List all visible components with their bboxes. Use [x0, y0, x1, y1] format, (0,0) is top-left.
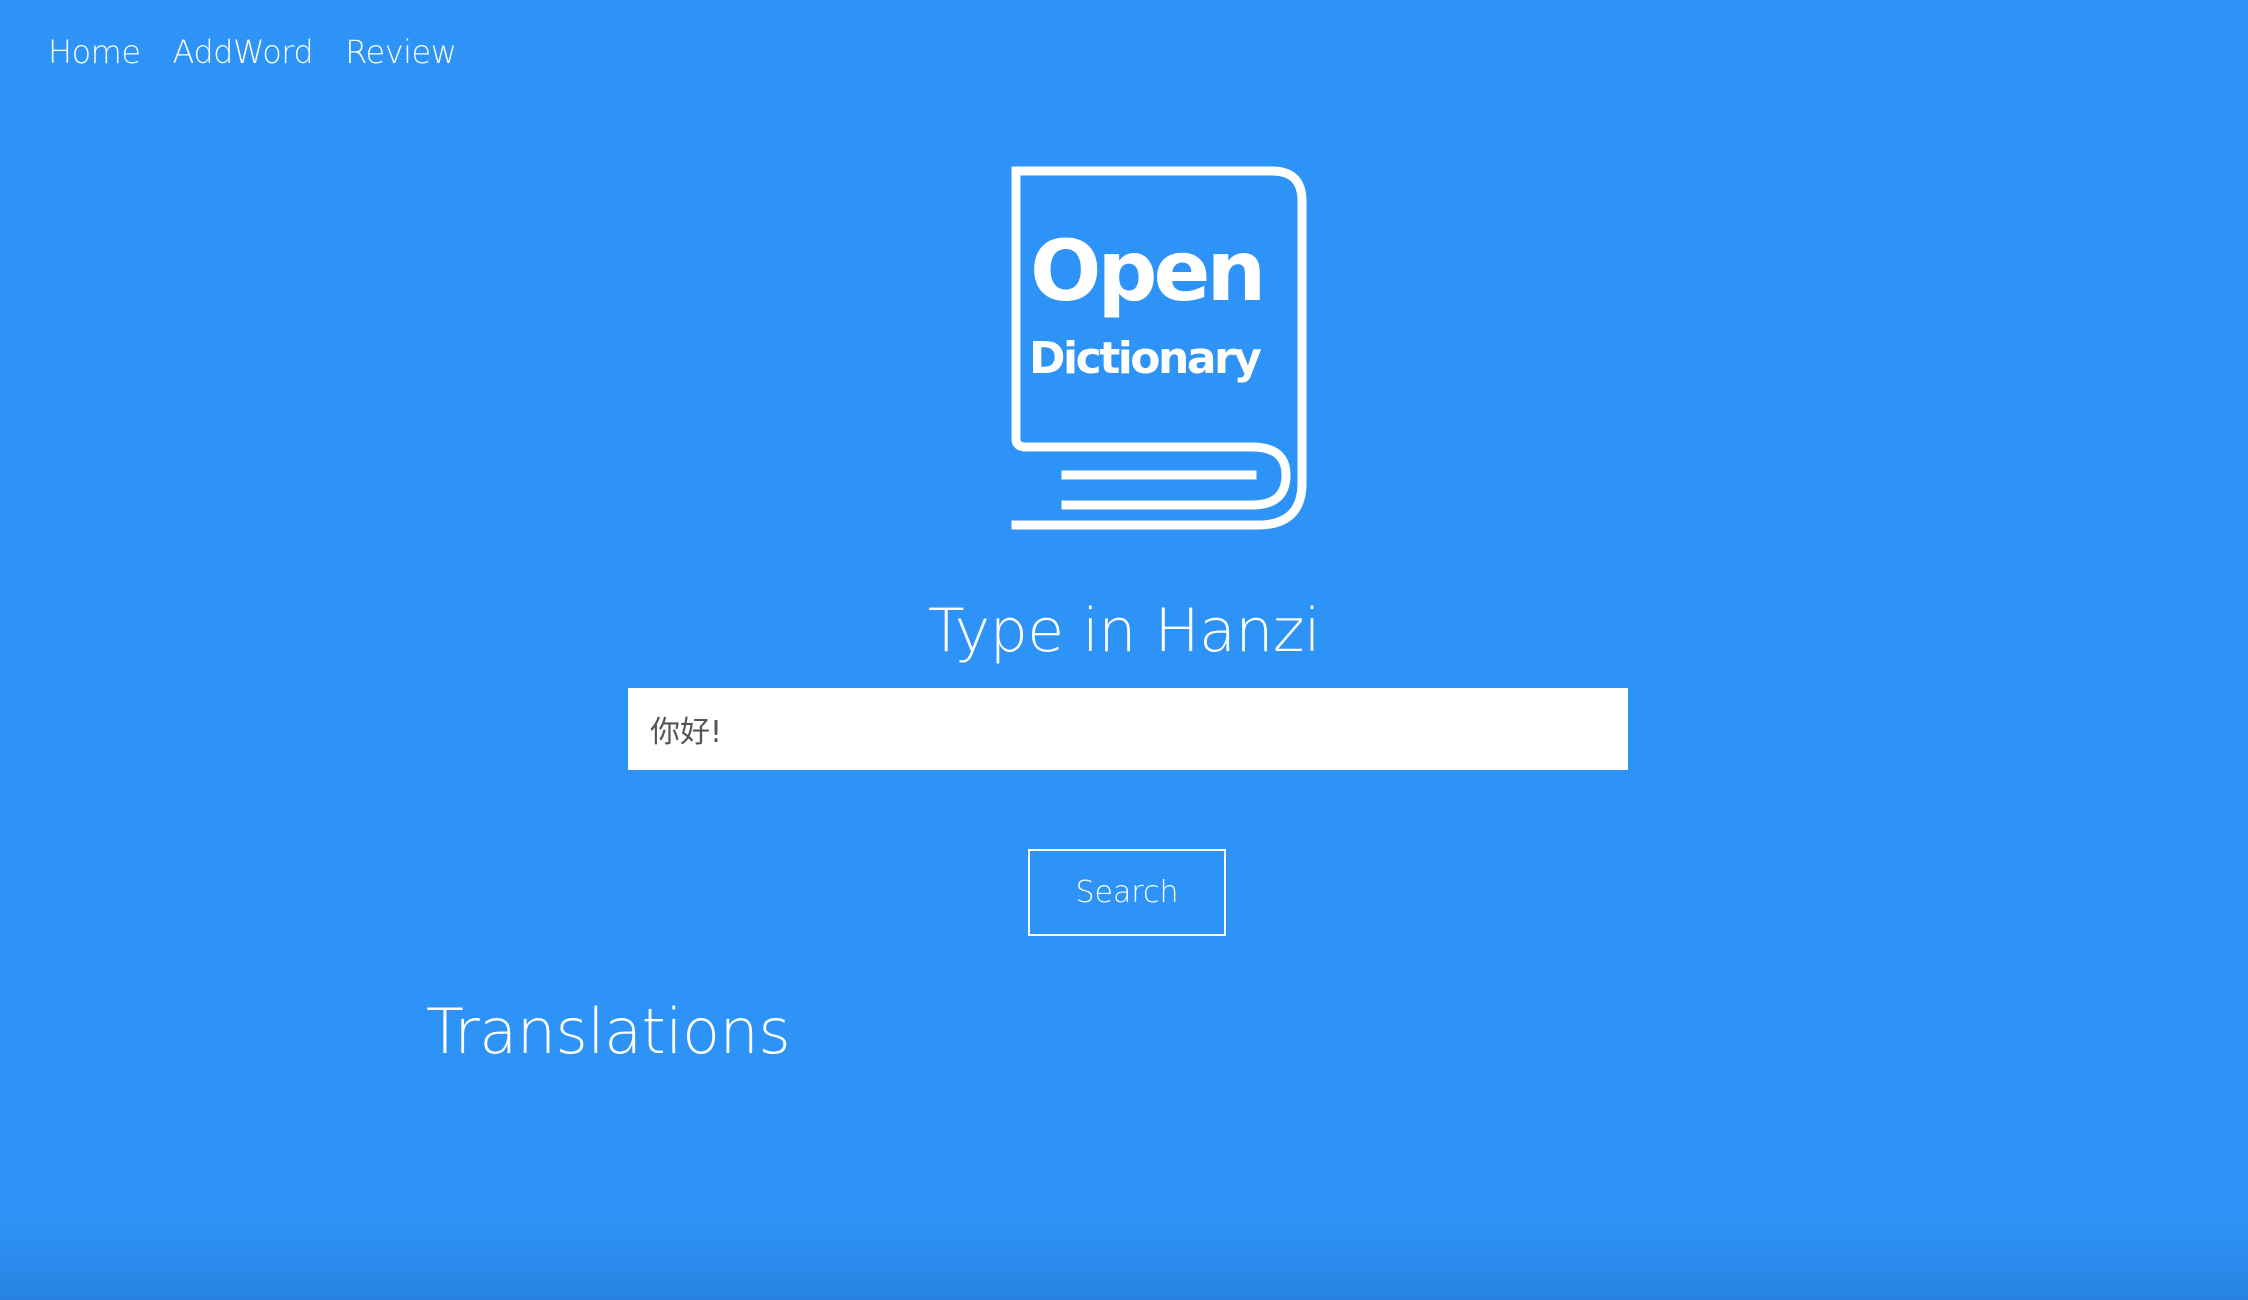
hanzi-search-input[interactable]: [628, 688, 1628, 770]
logo-title-dictionary: Dictionary: [1029, 333, 1261, 384]
logo-title-open: Open: [1030, 222, 1262, 320]
search-button[interactable]: Search: [1028, 849, 1226, 936]
top-nav: Home AddWord Review: [48, 30, 457, 74]
bottom-shadow: [0, 1220, 2248, 1300]
translations-heading: Translations: [426, 995, 791, 1068]
nav-addword-link[interactable]: AddWord: [173, 30, 314, 74]
search-heading: Type in Hanzi: [927, 596, 1321, 666]
book-icon: Open Dictionary: [1011, 166, 1307, 530]
nav-home-link[interactable]: Home: [48, 30, 141, 74]
nav-review-link[interactable]: Review: [345, 30, 457, 74]
open-dictionary-logo: Open Dictionary: [1000, 165, 1320, 535]
